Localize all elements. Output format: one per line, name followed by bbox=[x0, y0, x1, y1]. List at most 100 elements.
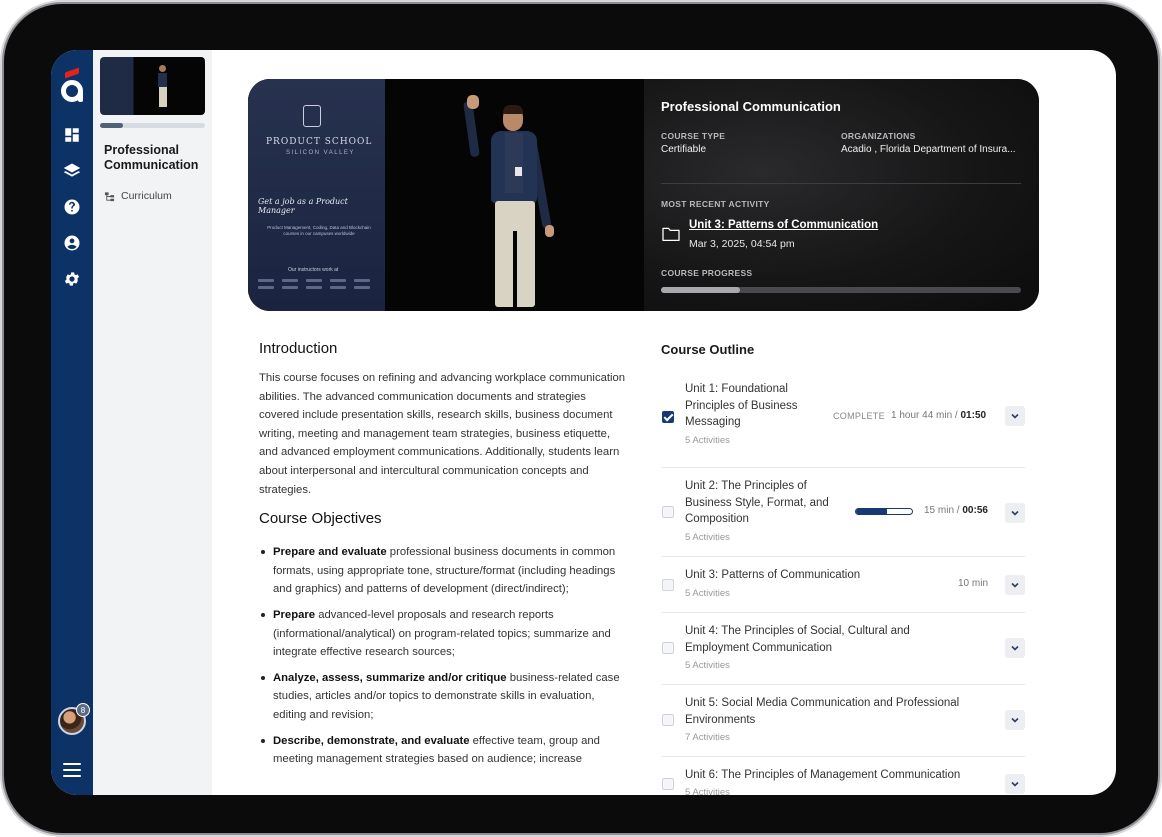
recent-activity-link[interactable]: Unit 3: Patterns of Communication bbox=[689, 219, 878, 231]
speaker-hand bbox=[467, 95, 479, 109]
unit-status: COMPLETE bbox=[833, 411, 885, 421]
recent-activity-label: MOST RECENT ACTIVITY bbox=[661, 199, 770, 209]
banner-subtext: Product Management, Coding, Data and Blo… bbox=[267, 225, 371, 236]
objective-bold: Prepare bbox=[273, 608, 316, 621]
unit-expand-button[interactable] bbox=[1005, 406, 1025, 426]
unit-expand-button[interactable] bbox=[1005, 503, 1025, 523]
outline-title: Course Outline bbox=[661, 342, 755, 357]
objective-item: Prepare advanced-level proposals and res… bbox=[259, 606, 629, 662]
menu-line bbox=[63, 769, 81, 771]
unit-title: Unit 5: Social Media Communication and P… bbox=[685, 697, 960, 726]
course-progress-bar bbox=[661, 287, 1021, 293]
logo-mark bbox=[306, 279, 322, 282]
unit-row-4[interactable]: Unit 4: The Principles of Social, Cultur… bbox=[661, 613, 1025, 685]
chevron-down-icon bbox=[1011, 582, 1019, 588]
logo-mark bbox=[354, 279, 370, 282]
unit-checkbox[interactable] bbox=[662, 642, 674, 654]
unit-checkbox[interactable] bbox=[662, 714, 674, 726]
unit-activities: 5 Activities bbox=[685, 787, 730, 795]
unit-expand-button[interactable] bbox=[1005, 575, 1025, 595]
unit-title: Unit 2: The Principles of Business Style… bbox=[685, 480, 829, 525]
sidebar-item-label: Curriculum bbox=[121, 190, 172, 202]
unit-title: Unit 3: Patterns of Communication bbox=[685, 569, 861, 581]
tablet-frame: 8 Professional Communication Curriculum … bbox=[4, 4, 1158, 833]
unit-title: Unit 4: The Principles of Social, Cultur… bbox=[685, 625, 910, 654]
unit-expand-button[interactable] bbox=[1005, 638, 1025, 658]
chevron-down-icon bbox=[1011, 781, 1019, 787]
unit-progress-fill bbox=[856, 509, 887, 514]
layers-icon[interactable] bbox=[61, 160, 83, 182]
account-icon[interactable] bbox=[61, 232, 83, 254]
dashboard-icon[interactable] bbox=[61, 124, 83, 146]
logo-mark bbox=[258, 286, 274, 289]
course-sidebar: Professional Communication Curriculum bbox=[93, 50, 212, 795]
unit-checkbox[interactable] bbox=[662, 778, 674, 790]
organizations-value: Acadio , Florida Department of Insura... bbox=[841, 144, 1016, 155]
recent-activity-date: Mar 3, 2025, 04:54 pm bbox=[689, 238, 795, 250]
speaker-arm bbox=[463, 100, 480, 158]
organizations-label: ORGANIZATIONS bbox=[841, 131, 916, 141]
speaker-legs bbox=[159, 87, 167, 107]
unit-list: Unit 1: Foundational Principles of Busin… bbox=[661, 379, 1025, 795]
logo-accent bbox=[65, 67, 79, 79]
unit-row-1[interactable]: Unit 1: Foundational Principles of Busin… bbox=[661, 379, 1025, 468]
sidebar-progress-bar bbox=[100, 123, 205, 128]
banner-instructors: Our instructors work at bbox=[288, 267, 339, 273]
sidebar-course-title: Professional Communication bbox=[104, 143, 199, 172]
unit-time: 1 hour 44 min / 01:50 bbox=[891, 410, 987, 421]
objective-item: Describe, demonstrate, and evaluate effe… bbox=[259, 732, 629, 769]
course-hero: PRODUCT SCHOOL SILICON VALLEY Get a job … bbox=[248, 79, 1039, 311]
logo-mark bbox=[282, 279, 298, 282]
unit-time-total: 15 min bbox=[924, 505, 955, 516]
course-progress-fill bbox=[661, 287, 741, 293]
speaker-legs-gap bbox=[513, 231, 517, 307]
unit-title: Unit 6: The Principles of Management Com… bbox=[685, 769, 961, 781]
objective-bold: Describe, demonstrate, and evaluate bbox=[273, 734, 470, 747]
logo-mark bbox=[258, 279, 274, 282]
objective-item: Prepare and evaluate professional busine… bbox=[259, 543, 629, 599]
rail-bottom: 8 bbox=[51, 703, 93, 777]
unit-expand-button[interactable] bbox=[1005, 710, 1025, 730]
unit-time-spent: 00:56 bbox=[962, 505, 988, 516]
objective-item: Analyze, assess, summarize and/or critiq… bbox=[259, 669, 629, 725]
primary-nav-rail: 8 bbox=[51, 50, 93, 795]
info-divider bbox=[661, 183, 1021, 184]
course-thumbnail[interactable] bbox=[100, 57, 205, 115]
unit-row-3[interactable]: Unit 3: Patterns of Communication 5 Acti… bbox=[661, 557, 1025, 613]
unit-activities: 7 Activities bbox=[685, 732, 730, 743]
unit-time: 10 min bbox=[958, 578, 989, 589]
unit-row-5[interactable]: Unit 5: Social Media Communication and P… bbox=[661, 685, 1025, 757]
menu-icon[interactable] bbox=[63, 763, 81, 777]
avatar[interactable]: 8 bbox=[58, 703, 90, 735]
sidebar-item-curriculum[interactable]: Curriculum bbox=[104, 190, 172, 202]
unit-row-6[interactable]: Unit 6: The Principles of Management Com… bbox=[661, 757, 1025, 795]
speaker-figure bbox=[453, 95, 563, 311]
logo-mark bbox=[306, 286, 322, 289]
curriculum-icon bbox=[104, 191, 115, 201]
objective-text: advanced-level proposals and research re… bbox=[273, 608, 611, 659]
logo-mark bbox=[330, 279, 346, 282]
banner-location: SILICON VALLEY bbox=[286, 150, 355, 156]
help-icon[interactable] bbox=[61, 196, 83, 218]
speaker-badge bbox=[515, 167, 522, 176]
introduction-title: Introduction bbox=[259, 340, 338, 357]
unit-time-total: 1 hour 44 min bbox=[891, 410, 953, 421]
logo-mark bbox=[330, 286, 346, 289]
main-content: PRODUCT SCHOOL SILICON VALLEY Get a job … bbox=[212, 50, 1116, 795]
unit-checkbox[interactable] bbox=[662, 579, 674, 591]
introduction-section: Introduction This course focuses on refi… bbox=[259, 340, 629, 776]
unit-expand-button[interactable] bbox=[1005, 774, 1025, 794]
unit-activities: 5 Activities bbox=[685, 660, 730, 671]
unit-row-2[interactable]: Unit 2: The Principles of Business Style… bbox=[661, 468, 1025, 557]
course-info-panel: Professional Communication COURSE TYPE C… bbox=[644, 79, 1039, 311]
settings-icon[interactable] bbox=[61, 268, 83, 290]
notification-badge: 8 bbox=[76, 703, 90, 717]
objectives-list: Prepare and evaluate professional busine… bbox=[259, 543, 629, 769]
unit-checkbox[interactable] bbox=[662, 411, 674, 423]
unit-checkbox[interactable] bbox=[662, 506, 674, 518]
speaker-hair bbox=[503, 105, 523, 114]
chevron-down-icon bbox=[1011, 413, 1019, 419]
app-logo[interactable] bbox=[60, 67, 84, 102]
course-title: Professional Communication bbox=[661, 99, 841, 114]
thumbnail-speaker bbox=[158, 65, 168, 109]
